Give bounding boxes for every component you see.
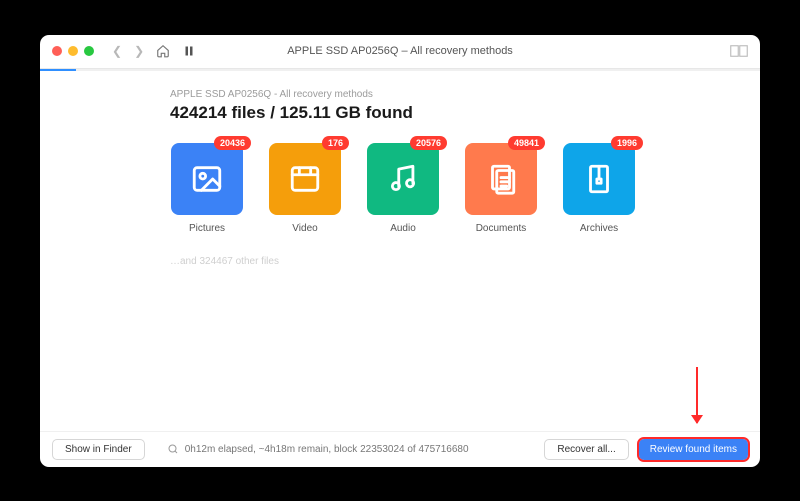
review-found-items-button[interactable]: Review found items [639, 439, 748, 460]
forward-button[interactable]: ❯ [134, 44, 144, 58]
category-card-documents[interactable]: 49841 Documents [464, 143, 538, 234]
view-toggle-icon[interactable] [730, 45, 748, 57]
category-count-badge: 20436 [214, 136, 251, 150]
category-tile: 20576 [367, 143, 439, 215]
recover-all-button[interactable]: Recover all... [544, 439, 628, 460]
show-in-finder-button[interactable]: Show in Finder [52, 439, 145, 460]
home-icon[interactable] [156, 44, 170, 58]
minimize-button[interactable] [68, 46, 78, 56]
archive-icon [582, 162, 616, 196]
category-count-badge: 20576 [410, 136, 447, 150]
category-tile: 20436 [171, 143, 243, 215]
category-card-pictures[interactable]: 20436 Pictures [170, 143, 244, 234]
document-icon [484, 162, 518, 196]
audio-icon [386, 162, 420, 196]
scan-headline: 424214 files / 125.11 GB found [170, 103, 760, 123]
close-button[interactable] [52, 46, 62, 56]
category-label: Video [292, 223, 317, 234]
review-found-items-label: Review found items [650, 444, 737, 455]
app-window: ❮ ❯ APPLE SSD AP0256Q – All recovery met… [40, 35, 760, 467]
scan-subhead: APPLE SSD AP0256Q - All recovery methods [170, 89, 760, 100]
scan-status-text: 0h12m elapsed, ~4h18m remain, block 2235… [185, 444, 469, 455]
traffic-lights [52, 46, 94, 56]
category-tile: 49841 [465, 143, 537, 215]
footer: Show in Finder 0h12m elapsed, ~4h18m rem… [40, 431, 760, 467]
category-count-badge: 1996 [611, 136, 643, 150]
category-tile: 176 [269, 143, 341, 215]
category-label: Archives [580, 223, 618, 234]
back-button[interactable]: ❮ [112, 44, 122, 58]
category-tile: 1996 [563, 143, 635, 215]
category-count-badge: 176 [322, 136, 349, 150]
image-icon [190, 162, 224, 196]
category-label: Documents [476, 223, 527, 234]
category-cards: 20436 Pictures 176 Video 20576 Audio 498… [170, 143, 760, 234]
category-card-archives[interactable]: 1996 Archives [562, 143, 636, 234]
video-icon [288, 162, 322, 196]
main-content: APPLE SSD AP0256Q - All recovery methods… [40, 71, 760, 431]
maximize-button[interactable] [84, 46, 94, 56]
category-label: Pictures [189, 223, 225, 234]
other-files-text: …and 324467 other files [170, 256, 760, 267]
category-card-video[interactable]: 176 Video [268, 143, 342, 234]
scan-status-icon [167, 443, 179, 455]
category-label: Audio [390, 223, 416, 234]
toolbar-nav: ❮ ❯ [112, 44, 196, 58]
scan-status: 0h12m elapsed, ~4h18m remain, block 2235… [167, 443, 469, 455]
category-card-audio[interactable]: 20576 Audio [366, 143, 440, 234]
titlebar: ❮ ❯ APPLE SSD AP0256Q – All recovery met… [40, 35, 760, 69]
pause-icon[interactable] [182, 44, 196, 58]
category-count-badge: 49841 [508, 136, 545, 150]
